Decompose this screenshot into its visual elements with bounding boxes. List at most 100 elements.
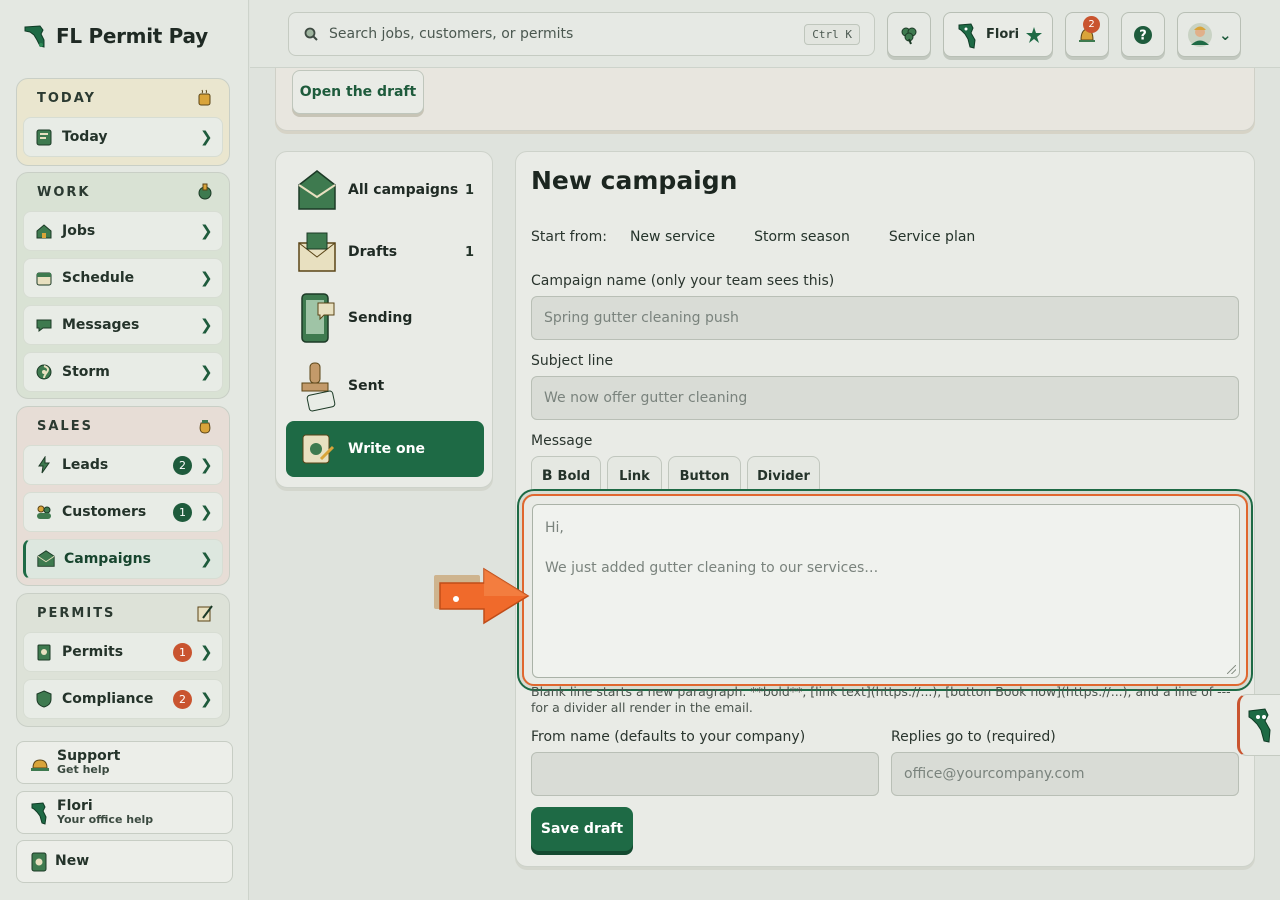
house-icon [34, 221, 54, 241]
money-bag-icon [199, 420, 211, 434]
button-insert-button[interactable]: Button [668, 456, 741, 496]
chevron-right-icon: ❯ [200, 456, 213, 474]
template-service-plan[interactable]: Service plan [889, 229, 975, 245]
count-badge: 1 [173, 502, 192, 522]
help-button[interactable]: ? [1121, 12, 1165, 57]
draft-banner: Open the draft [275, 68, 1255, 131]
sidebar-item-compliance[interactable]: Compliance 2 ❯ [23, 679, 223, 719]
count-badge: 2 [173, 455, 192, 475]
write-letter-icon [296, 424, 338, 474]
brand-name: FL Permit Pay [56, 24, 208, 48]
pen-signature-icon [197, 605, 213, 622]
from-name-input[interactable] [531, 752, 879, 796]
group-title: WORK [37, 184, 91, 200]
sidebar-item-messages[interactable]: Messages ❯ [23, 305, 223, 345]
save-draft-button[interactable]: Save draft [531, 807, 633, 851]
count-badge: 1 [173, 642, 192, 662]
resize-handle[interactable] [1227, 665, 1236, 674]
campaign-nav-sent[interactable]: Sent [286, 358, 484, 414]
flori-assistant-button[interactable]: Flori [943, 12, 1053, 57]
bold-icon: B [541, 468, 553, 484]
shortcut-hint: Ctrl K [804, 23, 860, 45]
message-line: We just added gutter cleaning to our ser… [545, 560, 879, 576]
shamrock-button[interactable] [887, 12, 931, 57]
account-menu-button[interactable]: ⌄ [1177, 12, 1241, 57]
sidebar-item-leads[interactable]: Leads 2 ❯ [23, 445, 223, 485]
open-draft-button[interactable]: Open the draft [292, 70, 424, 114]
sidebar-item-jobs[interactable]: Jobs ❯ [23, 211, 223, 251]
phone-message-icon [296, 293, 338, 343]
divider-button[interactable]: Divider [747, 456, 820, 496]
sidebar-item-permits[interactable]: Permits 1 ❯ [23, 632, 223, 672]
new-label: New [55, 853, 90, 869]
lightning-icon [34, 455, 54, 475]
subject-label: Subject line [531, 353, 614, 369]
sidebar-item-label: Permits [62, 644, 124, 660]
support-button[interactable]: Support Get help [16, 741, 233, 784]
bold-button[interactable]: B Bold [531, 456, 601, 496]
avatar [1188, 22, 1212, 47]
support-sub: Get help [57, 763, 110, 776]
replies-input[interactable]: office@yourcompany.com [891, 752, 1239, 796]
sidebar-item-storm[interactable]: Storm ❯ [23, 352, 223, 392]
chevron-right-icon: ❯ [200, 503, 213, 521]
campaign-name-input[interactable]: Spring gutter cleaning push [531, 296, 1239, 340]
sidebar-item-label: Compliance [62, 691, 154, 707]
search-input[interactable]: Search jobs, customers, or permits Ctrl … [288, 12, 875, 56]
from-name-label: From name (defaults to your company) [531, 729, 806, 745]
sidebar-item-today[interactable]: Today ❯ [23, 117, 223, 157]
start-from-label: Start from: [531, 229, 607, 245]
permit-document-icon [34, 642, 54, 662]
message-label: Message [531, 433, 593, 449]
coffee-cup-icon [198, 89, 211, 106]
nav-group-sales: SALES Leads 2 ❯ Customers 1 ❯ Campaigns … [16, 406, 230, 586]
brand[interactable]: FL Permit Pay [22, 22, 208, 50]
campaign-nav-label: Drafts [348, 244, 398, 260]
sidebar-item-campaigns[interactable]: Campaigns ❯ [23, 539, 223, 579]
chat-bubble-icon [34, 315, 54, 335]
assistant-name: Flori [986, 27, 1020, 42]
template-new-service[interactable]: New service [630, 229, 715, 245]
top-bar: Search jobs, customers, or permits Ctrl … [250, 0, 1280, 68]
flori-floating-button[interactable] [1237, 694, 1280, 756]
nav-group-work: WORK Jobs ❯ Schedule ❯ Messages ❯ Storm … [16, 172, 230, 399]
chevron-right-icon: ❯ [200, 316, 213, 334]
campaign-nav-label: Sent [348, 378, 385, 394]
message-line: Hi, [545, 520, 564, 536]
clipboard-icon [34, 127, 54, 147]
campaign-nav-label: Write one [348, 441, 426, 457]
flori-help-button[interactable]: Flori Your office help [16, 791, 233, 834]
message-hint: Blank line starts a new paragraph. **bol… [531, 684, 1231, 715]
sidebar-item-label: Campaigns [64, 551, 151, 567]
help-icon: ? [1134, 25, 1152, 44]
sidebar-item-label: Schedule [62, 270, 135, 286]
new-button[interactable]: New [16, 840, 233, 883]
nav-group-permits: PERMITS Permits 1 ❯ Compliance 2 ❯ [16, 593, 230, 727]
campaign-nav-count: 1 [464, 244, 474, 260]
campaign-nav-drafts[interactable]: Drafts 1 [286, 224, 484, 280]
svg-text:?: ? [1139, 28, 1147, 43]
notifications-button[interactable]: 2 [1065, 12, 1109, 57]
message-textarea[interactable]: Hi, We just added gutter cleaning to our… [532, 504, 1240, 678]
support-label: Support [57, 748, 121, 764]
message-highlight: Hi, We just added gutter cleaning to our… [522, 494, 1248, 686]
sidebar-item-label: Today [62, 129, 108, 145]
subject-input[interactable]: We now offer gutter cleaning [531, 376, 1239, 420]
chevron-right-icon: ❯ [200, 550, 213, 568]
calendar-icon [34, 268, 54, 288]
chevron-down-icon: ⌄ [1219, 25, 1232, 44]
campaign-nav-all[interactable]: All campaigns 1 [286, 162, 484, 218]
chevron-right-icon: ❯ [200, 643, 213, 661]
campaign-nav-sending[interactable]: Sending [286, 290, 484, 346]
link-button[interactable]: Link [607, 456, 662, 496]
new-document-icon [31, 852, 47, 871]
sidebar-item-label: Messages [62, 317, 140, 333]
sidebar-item-label: Storm [62, 364, 110, 380]
sidebar-item-schedule[interactable]: Schedule ❯ [23, 258, 223, 298]
sidebar-item-customers[interactable]: Customers 1 ❯ [23, 492, 223, 532]
group-title: PERMITS [37, 605, 116, 621]
count-badge: 2 [173, 689, 192, 709]
campaign-nav-write-one[interactable]: Write one [286, 421, 484, 477]
florida-mascot-icon [31, 801, 47, 825]
template-storm-season[interactable]: Storm season [754, 229, 850, 245]
